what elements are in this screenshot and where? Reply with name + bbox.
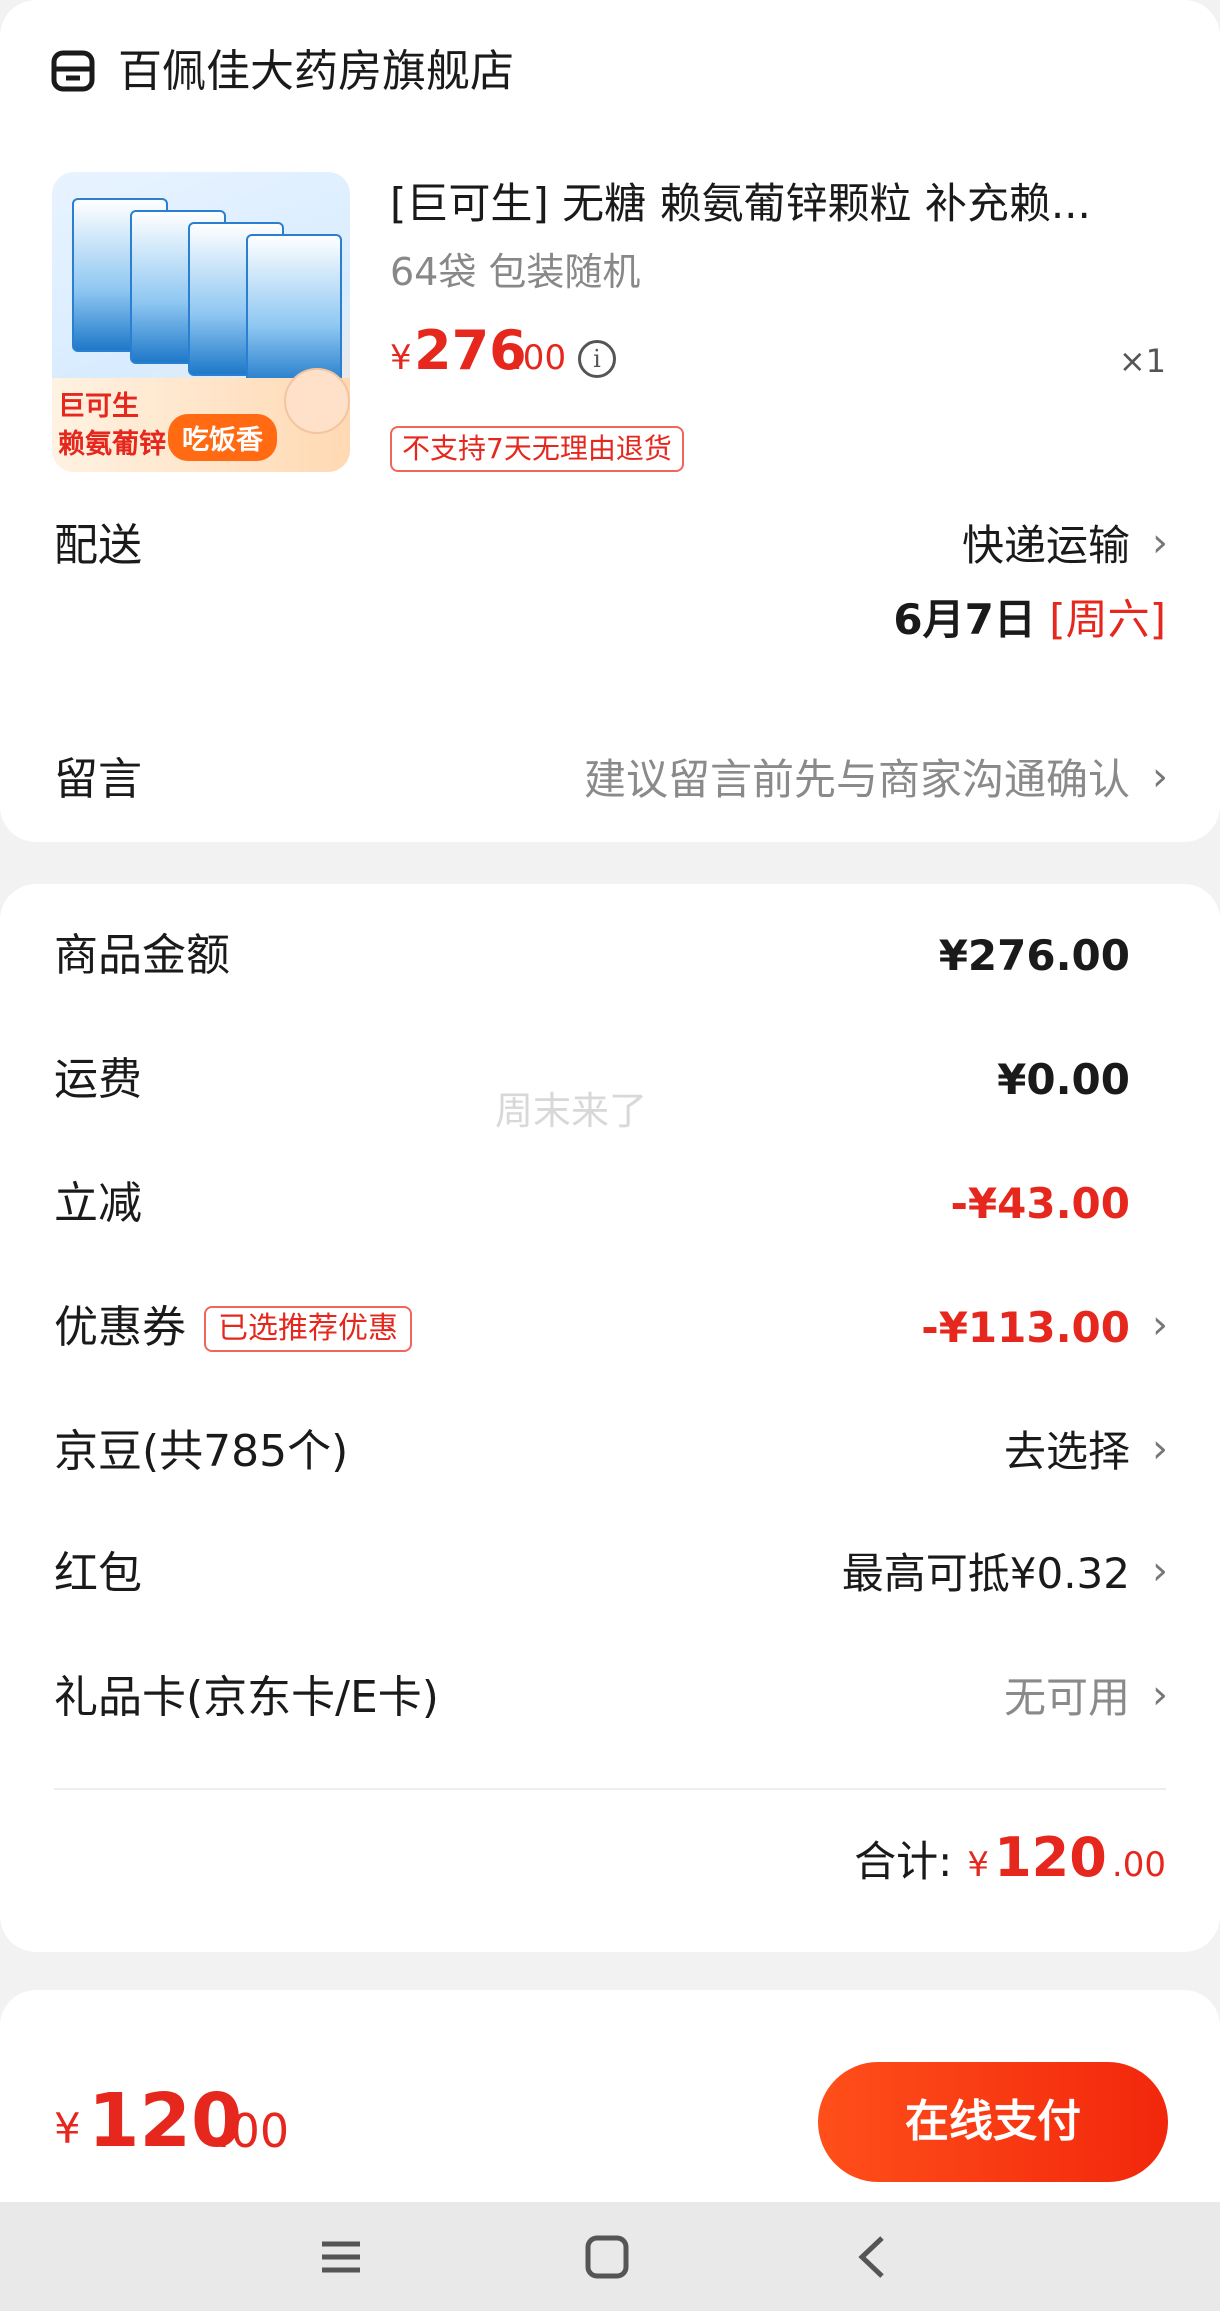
system-nav-bar [0,2202,1220,2311]
delivery-date-line: 6月7日 [周六] [893,592,1166,648]
gift-card-label: 礼品卡(京东卡/E卡) [54,1672,439,1723]
price-decimal: .00 [512,338,567,378]
red-packet-label: 红包 [54,1548,142,1599]
chevron-right-icon[interactable]: › [1152,1672,1168,1718]
store-name[interactable]: 百佩佳大药房旗舰店 [118,44,514,100]
product-spec: 64袋 包装随机 [390,250,641,294]
thumb-brand: 巨可生 [58,391,139,422]
red-packet-value[interactable]: 最高可抵¥0.32 [842,1546,1130,1602]
watermark-text: 周末来了 [495,1089,648,1133]
total-line: 合计: ¥ 120 .00 [854,1828,1166,1901]
quantity: ×1 [1118,342,1166,380]
divider [54,1788,1166,1790]
product-title[interactable]: [巨可生] 无糖 赖氨葡锌颗粒 补充赖... [390,176,1190,232]
shipping-label: 运费 [54,1054,142,1105]
return-policy-tag: 不支持7天无理由退货 [390,426,684,472]
total-symbol: ¥ [967,1845,989,1885]
footer-price-symbol: ¥ [54,2104,81,2153]
discount-value: -¥43.00 [950,1179,1130,1228]
baby-image [284,368,350,434]
chevron-right-icon[interactable]: › [1152,754,1168,800]
coupon-tag: 已选推荐优惠 [204,1306,412,1352]
home-icon[interactable] [572,2222,642,2292]
menu-icon[interactable] [306,2222,376,2292]
price-summary-card [0,884,1220,1952]
total-label: 合计: [854,1837,953,1886]
chevron-right-icon[interactable]: › [1152,1302,1168,1348]
back-icon[interactable] [838,2222,908,2292]
total-decimal: .00 [1111,1845,1166,1885]
chevron-right-icon[interactable]: › [1152,1426,1168,1472]
coupon-label: 优惠券 [54,1302,186,1353]
discount-label: 立减 [54,1178,142,1229]
footer-price-decimal: .00 [216,2104,290,2158]
jd-beans-select[interactable]: 去选择 [1004,1424,1130,1480]
package-image [246,234,342,388]
delivery-weekday: [周六] [1049,595,1166,644]
delivery-label: 配送 [54,520,142,571]
store-icon [51,50,95,92]
total-integer: 120 [994,1826,1107,1889]
shipping-value: ¥0.00 [997,1055,1130,1104]
pay-online-button[interactable]: 在线支付 [818,2062,1168,2182]
info-icon[interactable]: i [578,340,616,378]
thumb-name: 赖氨葡锌 [58,429,166,460]
price-symbol: ¥ [390,338,412,378]
goods-amount-value: ¥276.00 [938,931,1130,980]
price-integer: 276 [414,319,527,382]
message-input[interactable]: 建议留言前先与商家沟通确认 [584,752,1130,808]
product-thumbnail[interactable]: 巨可生 赖氨葡锌 吃饭香 [52,172,350,472]
gift-card-value[interactable]: 无可用 [1004,1670,1130,1726]
message-label: 留言 [54,754,142,805]
delivery-method[interactable]: 快递运输 [962,518,1130,574]
coupon-value[interactable]: -¥113.00 [921,1300,1130,1356]
jd-beans-label: 京豆(共785个) [54,1426,349,1477]
delivery-date: 6月7日 [893,595,1036,644]
chevron-right-icon[interactable]: › [1152,520,1168,566]
thumb-pill: 吃饭香 [168,414,277,461]
goods-amount-label: 商品金额 [54,930,230,981]
chevron-right-icon[interactable]: › [1152,1548,1168,1594]
